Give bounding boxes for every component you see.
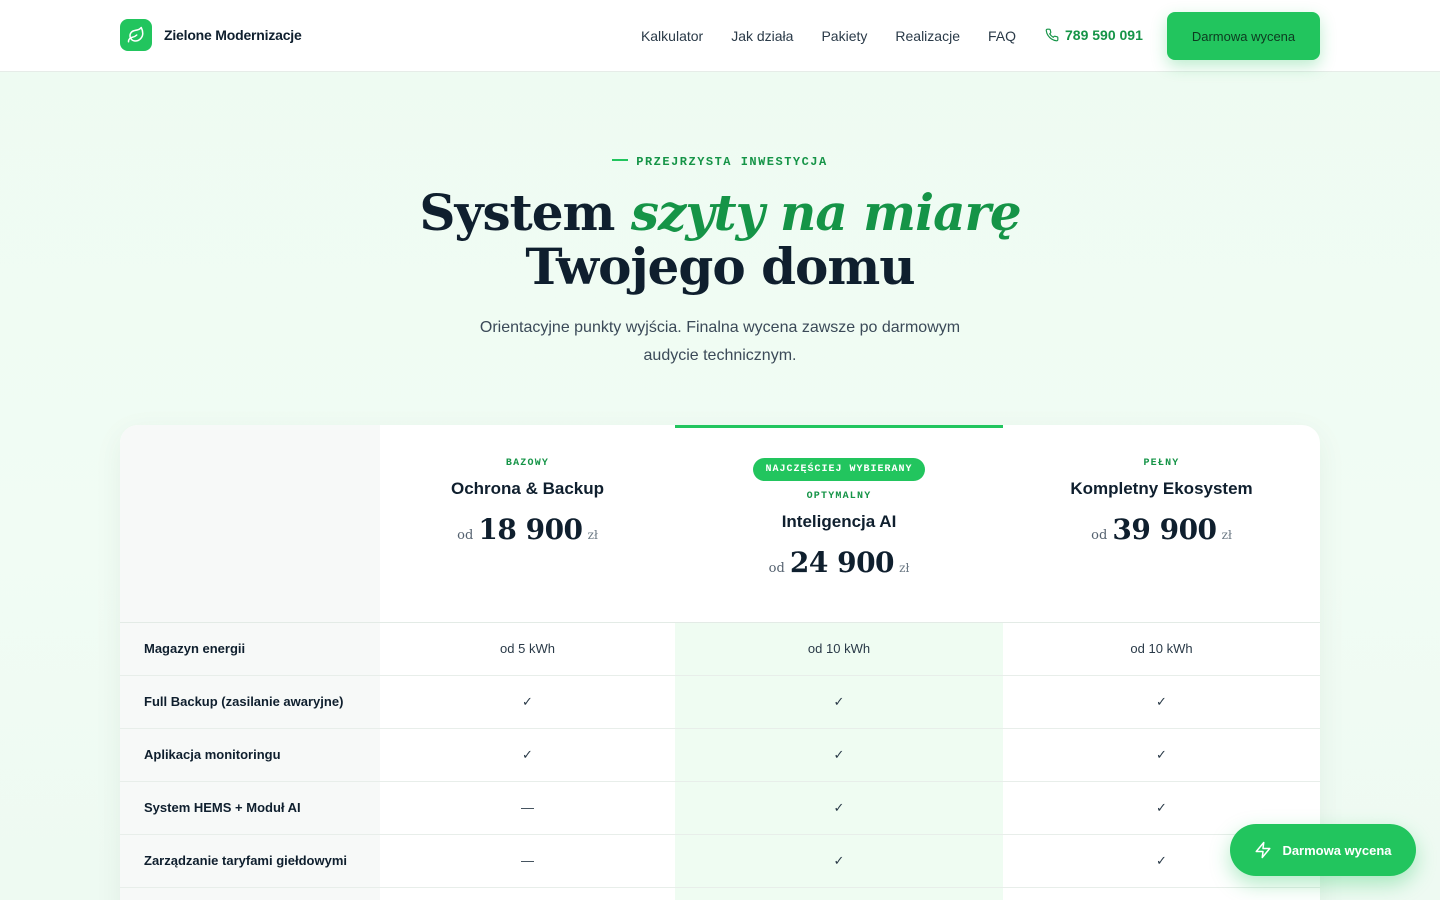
plan-tier: BAZOWY [505,458,550,469]
plan-name: Kompletny Ekosystem [1070,479,1253,498]
nav-item-kalkulator[interactable]: Kalkulator [641,28,703,44]
plan-price: od 24 900 zł [675,546,1003,579]
hero-eyebrow: PRZEJRZYSTA INWESTYCJA [0,155,1440,169]
phone-link[interactable]: 789 590 091 [1045,27,1143,43]
eyebrow-dash [612,158,629,161]
lightning-icon [1255,841,1271,859]
plan-tier: OPTYMALNY [806,491,872,502]
feature-label: Magazyn energii [144,641,246,656]
site-header: Zielone Modernizacje Kalkulator Jak dzia… [0,0,1440,72]
table-row: Aplikacja monitoringu ✓ ✓ ✓ [120,729,1320,782]
feature-label: System HEMS + Moduł AI [144,800,301,815]
feature-label: Full Backup (zasilanie awaryjne) [144,694,344,709]
price-prefix: od [457,528,474,543]
feature-value: od 10 kWh [807,641,871,656]
price-prefix: od [1091,528,1108,543]
plan-name: Ochrona & Backup [450,479,605,498]
table-row: Magazyn energii od 5 kWh od 10 kWh od 10… [120,623,1320,676]
most-chosen-badge: NAJCZĘŚCIEJ WYBIERANY [753,458,925,481]
check-icon: ✓ [1156,694,1167,709]
feature-label: Zarządzanie taryfami giełdowymi [144,853,348,868]
dash-icon: — [521,800,534,815]
nav-item-pakiety[interactable]: Pakiety [821,28,867,44]
eyebrow-text: PRZEJRZYSTA INWESTYCJA [636,155,828,169]
hero-title-start: System [419,183,631,242]
plan-bazowy: BAZOWY Ochrona & Backup od 18 900 zł [380,425,675,623]
plan-price: od 18 900 zł [380,513,675,546]
nav-item-faq[interactable]: FAQ [988,28,1016,44]
logo[interactable]: Zielone Modernizacje [120,19,302,51]
plan-name: Inteligencja AI [781,512,897,531]
plan-price: od 39 900 zł [1003,513,1320,546]
feature-value: od 5 kWh [500,641,555,656]
phone-icon [1045,28,1059,42]
check-icon: ✓ [1156,747,1167,762]
price-currency: zł [899,561,910,575]
pricing-table: BAZOWY Ochrona & Backup od 18 900 zł NAJ… [120,425,1320,900]
nav-item-jak-dziala[interactable]: Jak działa [731,28,793,44]
table-row: Zarządzanie taryfami giełdowymi — ✓ ✓ [120,835,1320,888]
price-value: 24 900 [789,546,895,579]
plan-tier: PEŁNY [1143,458,1180,469]
plan-optymalny: NAJCZĘŚCIEJ WYBIERANY OPTYMALNY Intelige… [675,425,1003,623]
check-icon: ✓ [833,694,845,709]
check-icon: ✓ [833,747,845,762]
feature-value: od 10 kWh [1130,641,1193,656]
main-nav: Kalkulator Jak działa Pakiety Realizacje… [613,0,1016,72]
check-icon: ✓ [833,800,845,815]
check-icon: ✓ [833,853,845,868]
table-row: System HEMS + Moduł AI — ✓ ✓ [120,782,1320,835]
hero-title: System szyty na miarę Twojego domu [0,186,1440,294]
leaf-icon [120,19,152,51]
price-currency: zł [587,528,598,542]
hero-title-accent: szyty na miarę [630,183,1022,242]
nav-item-realizacje[interactable]: Realizacje [895,28,960,44]
floating-cta-label: Darmowa wycena [1282,842,1392,858]
free-quote-button[interactable]: Darmowa wycena [1167,12,1320,60]
hero-subtitle: Orientacyjne punkty wyjścia. Finalna wyc… [479,319,961,364]
phone-number: 789 590 091 [1065,27,1143,43]
check-icon: ✓ [522,694,533,709]
hero-title-end: Twojego domu [525,237,915,296]
price-currency: zł [1221,528,1232,542]
price-prefix: od [768,561,785,576]
floating-quote-button[interactable]: Darmowa wycena [1230,824,1416,876]
price-value: 18 900 [478,513,583,546]
brand-name: Zielone Modernizacje [164,27,302,43]
feature-label: Aplikacja monitoringu [144,747,281,762]
check-icon: ✓ [522,747,533,762]
price-value: 39 900 [1112,513,1217,546]
plan-pelny: PEŁNY Kompletny Ekosystem od 39 900 zł [1003,425,1320,623]
dash-icon: — [521,853,534,868]
table-row: Full Backup (zasilanie awaryjne) ✓ ✓ ✓ [120,676,1320,729]
